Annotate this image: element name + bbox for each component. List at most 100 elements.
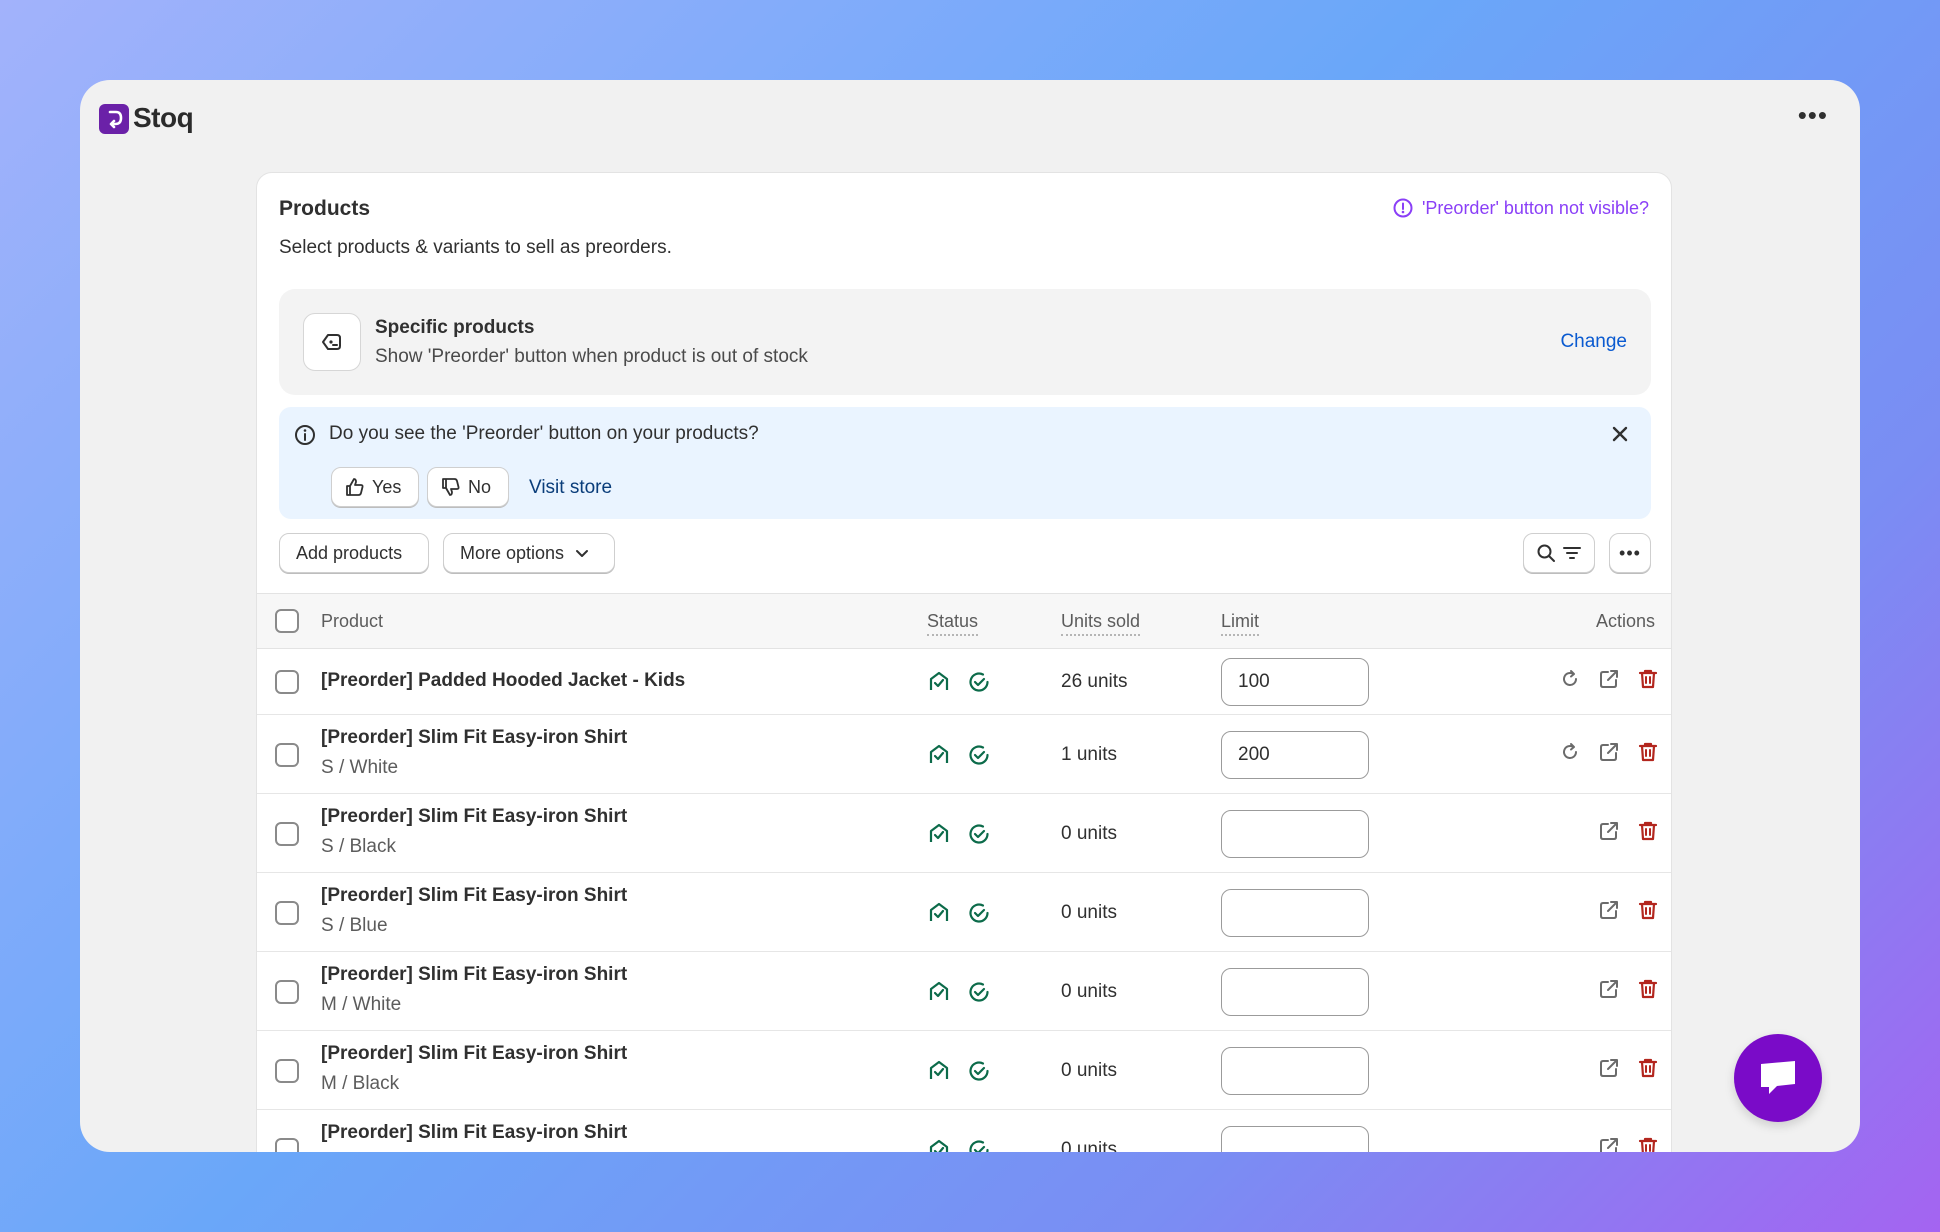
- row-checkbox[interactable]: [275, 742, 299, 767]
- external-link-icon[interactable]: [1597, 898, 1621, 927]
- check-circle-icon: [967, 980, 991, 1009]
- table-row[interactable]: [Preorder] Slim Fit Easy-iron Shirt M / B…: [257, 1031, 1671, 1110]
- search-filter-button[interactable]: [1523, 533, 1595, 573]
- store-check-icon: [927, 1138, 951, 1152]
- external-link-icon[interactable]: [1597, 1056, 1621, 1085]
- check-circle-icon: [967, 1059, 991, 1088]
- check-circle-icon: [967, 822, 991, 851]
- app-logo-icon: [99, 104, 129, 134]
- limit-input[interactable]: [1221, 967, 1369, 1016]
- trash-icon[interactable]: [1636, 819, 1660, 848]
- yes-button[interactable]: Yes: [331, 467, 419, 507]
- store-check-icon: [927, 1059, 951, 1088]
- limit-input[interactable]: [1221, 809, 1369, 858]
- product-name[interactable]: [Preorder] Slim Fit Easy-iron Shirt: [321, 1043, 627, 1065]
- units-sold: 0 units: [1061, 822, 1117, 844]
- trash-icon[interactable]: [1636, 898, 1660, 927]
- help-link-label: 'Preorder' button not visible?: [1421, 197, 1649, 218]
- row-checkbox[interactable]: [275, 821, 299, 846]
- header-product: Product: [321, 611, 384, 631]
- store-check-icon: [927, 901, 951, 930]
- tag-icon: [303, 313, 361, 371]
- row-checkbox[interactable]: [275, 979, 299, 1004]
- table-row[interactable]: [Preorder] Slim Fit Easy-iron Shirt 0 uni…: [257, 1110, 1671, 1152]
- external-link-icon[interactable]: [1597, 667, 1621, 696]
- units-sold: 0 units: [1061, 1059, 1117, 1081]
- external-link-icon[interactable]: [1597, 740, 1621, 769]
- more-options-label: More options: [460, 542, 565, 563]
- store-check-icon: [927, 670, 951, 699]
- app-window: Stoq ••• Products 'Preorder' button not …: [80, 80, 1860, 1152]
- external-link-icon[interactable]: [1597, 819, 1621, 848]
- header-limit[interactable]: Limit: [1221, 611, 1260, 636]
- limit-input[interactable]: [1221, 658, 1369, 706]
- product-name[interactable]: [Preorder] Slim Fit Easy-iron Shirt: [321, 964, 627, 986]
- chat-button[interactable]: [1734, 1034, 1822, 1122]
- units-sold: 0 units: [1061, 980, 1117, 1002]
- card-subtitle: Select products & variants to sell as pr…: [279, 237, 672, 258]
- store-check-icon: [927, 743, 951, 772]
- thumbs-down-icon: [442, 478, 460, 496]
- product-variant: S / Blue: [321, 915, 388, 936]
- external-link-icon[interactable]: [1597, 977, 1621, 1006]
- product-variant: S / White: [321, 757, 399, 778]
- products-card: Products 'Preorder' button not visible? …: [256, 172, 1672, 1152]
- check-circle-icon: [967, 670, 991, 699]
- more-menu-icon[interactable]: •••: [1798, 102, 1828, 128]
- refresh-icon[interactable]: [1559, 741, 1581, 768]
- header-status[interactable]: Status: [927, 611, 979, 636]
- check-circle-icon: [967, 1138, 991, 1152]
- limit-input[interactable]: [1221, 888, 1369, 937]
- trash-icon[interactable]: [1636, 1135, 1660, 1152]
- product-name[interactable]: [Preorder] Slim Fit Easy-iron Shirt: [321, 806, 627, 828]
- limit-input[interactable]: [1221, 730, 1369, 779]
- check-circle-icon: [967, 743, 991, 772]
- table-row[interactable]: [Preorder] Slim Fit Easy-iron Shirt S / B…: [257, 873, 1671, 952]
- mode-title: Specific products: [375, 317, 535, 338]
- app-name: Stoq: [133, 102, 194, 133]
- change-link[interactable]: Change: [1560, 331, 1627, 353]
- product-name[interactable]: [Preorder] Slim Fit Easy-iron Shirt: [321, 885, 627, 907]
- store-check-icon: [927, 822, 951, 851]
- filter-icon: [1563, 547, 1581, 559]
- store-check-icon: [927, 980, 951, 1009]
- header-units-sold[interactable]: Units sold: [1061, 611, 1141, 636]
- product-variant: M / Black: [321, 1073, 400, 1094]
- select-all-checkbox[interactable]: [275, 609, 299, 633]
- help-link[interactable]: 'Preorder' button not visible?: [1392, 197, 1649, 219]
- table-header: Product Status Units sold Limit Actions: [257, 593, 1671, 649]
- alert-circle-icon: [1393, 198, 1413, 218]
- external-link-icon[interactable]: [1597, 1135, 1621, 1152]
- table-more-button[interactable]: •••: [1609, 533, 1651, 573]
- table-row[interactable]: [Preorder] Slim Fit Easy-iron Shirt S / B…: [257, 794, 1671, 873]
- refresh-icon[interactable]: [1559, 668, 1581, 695]
- trash-icon[interactable]: [1636, 1056, 1660, 1085]
- add-products-button[interactable]: Add products: [279, 533, 429, 573]
- chevron-down-icon: [576, 550, 589, 557]
- chat-icon: [1761, 1061, 1795, 1094]
- row-checkbox[interactable]: [275, 1058, 299, 1083]
- app-header: Stoq •••: [80, 80, 1860, 160]
- visit-store-link[interactable]: Visit store: [529, 477, 612, 499]
- close-icon[interactable]: [1607, 421, 1633, 447]
- table-row[interactable]: [Preorder] Slim Fit Easy-iron Shirt S / W…: [257, 715, 1671, 794]
- info-icon: [295, 425, 315, 445]
- mode-description: Show 'Preorder' button when product is o…: [375, 346, 808, 367]
- limit-input[interactable]: [1221, 1046, 1369, 1095]
- row-checkbox[interactable]: [275, 1137, 299, 1152]
- trash-icon[interactable]: [1636, 667, 1660, 696]
- product-name[interactable]: [Preorder] Slim Fit Easy-iron Shirt: [321, 1122, 627, 1144]
- no-button[interactable]: No: [427, 467, 509, 507]
- row-checkbox[interactable]: [275, 900, 299, 925]
- trash-icon[interactable]: [1636, 740, 1660, 769]
- table-row[interactable]: [Preorder] Slim Fit Easy-iron Shirt M / W…: [257, 952, 1671, 1031]
- row-checkbox[interactable]: [275, 670, 299, 694]
- more-options-button[interactable]: More options: [443, 533, 615, 573]
- product-variant: S / Black: [321, 836, 396, 857]
- limit-input[interactable]: [1221, 1125, 1369, 1152]
- units-sold: 0 units: [1061, 901, 1117, 923]
- product-name[interactable]: [Preorder] Slim Fit Easy-iron Shirt: [321, 727, 627, 749]
- trash-icon[interactable]: [1636, 977, 1660, 1006]
- product-name[interactable]: [Preorder] Padded Hooded Jacket - Kids: [321, 670, 685, 692]
- table-row[interactable]: [Preorder] Padded Hooded Jacket - Kids 26…: [257, 649, 1671, 715]
